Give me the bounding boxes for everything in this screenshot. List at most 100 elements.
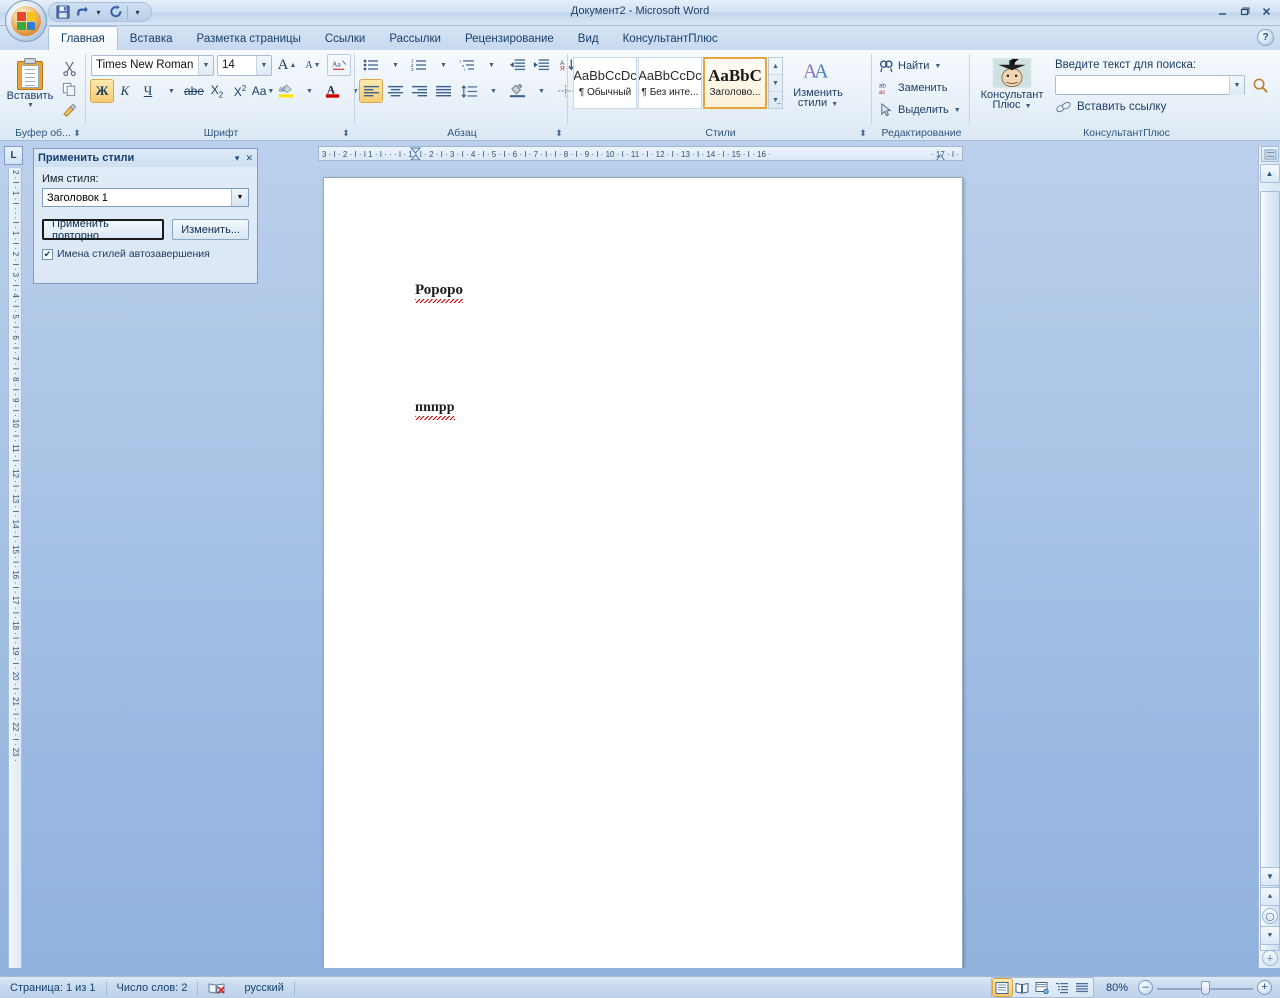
align-right-button[interactable] <box>408 80 430 102</box>
replace-button[interactable]: ab ac Заменить <box>877 77 969 99</box>
shading-dropdown-icon[interactable]: ▼ <box>530 80 552 102</box>
subscript-button[interactable]: X2 <box>206 80 228 102</box>
bullets-button[interactable] <box>360 54 382 76</box>
find-button[interactable]: Найти ▼ <box>877 55 969 77</box>
save-icon[interactable] <box>54 4 71 21</box>
clipboard-dialog-launcher[interactable]: ⬍ <box>71 127 83 139</box>
numbering-dropdown-icon[interactable]: ▼ <box>432 54 454 76</box>
font-dialog-launcher[interactable]: ⬍ <box>340 127 352 139</box>
first-line-indent-marker[interactable] <box>410 147 421 161</box>
superscript-button[interactable]: X2 <box>229 80 251 102</box>
styles-scroll-up-button[interactable]: ▲ <box>769 58 782 75</box>
copy-button[interactable] <box>58 79 80 99</box>
font-size-dropdown-icon[interactable]: ▼ <box>256 55 271 75</box>
apply-styles-task-pane[interactable]: Применить стили ▾ ✕ Имя стиля: Заголовок… <box>33 148 258 284</box>
office-button[interactable] <box>5 0 47 42</box>
bullets-dropdown-icon[interactable]: ▼ <box>384 54 406 76</box>
font-name-combo[interactable]: Times New Roman ▼ <box>91 54 214 76</box>
tab-references[interactable]: Ссылки <box>313 28 378 50</box>
bold-button[interactable]: Ж <box>90 79 114 103</box>
insert-link-label[interactable]: Вставить ссылку <box>1077 101 1166 113</box>
underline-dropdown-icon[interactable]: ▼ <box>160 80 182 102</box>
outline-view-button[interactable] <box>1053 979 1072 996</box>
autocomplete-checkbox-row[interactable]: ✔ Имена стилей автозавершения <box>42 248 249 260</box>
cut-button[interactable] <box>58 58 80 78</box>
style-item-normal[interactable]: AaBbCcDc ¶ Обычный <box>573 57 637 109</box>
consultant-search-button[interactable] <box>1249 74 1271 96</box>
horizontal-ruler[interactable]: 3 · I · 2 · I · I 1 · I · · · I · 1 · I … <box>318 146 963 161</box>
text-highlight-button[interactable]: ab <box>275 80 297 102</box>
styles-dialog-launcher[interactable]: ⬍ <box>857 127 869 139</box>
scroll-thumb[interactable] <box>1260 191 1280 951</box>
close-button[interactable] <box>1256 3 1276 20</box>
customize-qat-icon[interactable]: ▾ <box>131 4 144 20</box>
scroll-up-button[interactable]: ▲ <box>1259 164 1280 183</box>
modify-button[interactable]: Изменить... <box>172 219 249 240</box>
document-page[interactable]: Ророрo пnпрр <box>323 177 963 968</box>
highlight-dropdown-icon[interactable]: ▼ <box>298 80 320 102</box>
minimize-button[interactable] <box>1212 3 1232 20</box>
tab-stop-selector[interactable]: L <box>4 146 23 165</box>
increase-indent-button[interactable] <box>530 54 552 76</box>
multilevel-dropdown-icon[interactable]: ▼ <box>480 54 502 76</box>
decrease-indent-button[interactable] <box>506 54 528 76</box>
reapply-button[interactable]: Применить повторно <box>42 218 165 242</box>
document-paragraph-1[interactable]: Ророрo <box>415 282 463 303</box>
underline-button[interactable]: Ч <box>137 80 159 102</box>
italic-button[interactable]: К <box>114 80 136 102</box>
tab-mailings[interactable]: Рассылки <box>377 28 453 50</box>
clear-formatting-button[interactable]: Aa <box>327 54 351 76</box>
expand-button[interactable]: ＋ <box>1262 950 1278 966</box>
previous-page-button[interactable]: ⯅ <box>1260 887 1280 906</box>
tab-view[interactable]: Вид <box>566 28 611 50</box>
autocomplete-checkbox[interactable]: ✔ <box>42 248 53 260</box>
style-item-no-spacing[interactable]: AaBbCcDc ¶ Без инте... <box>638 57 702 109</box>
paste-button[interactable]: Вставить ▼ <box>4 56 56 121</box>
print-layout-view-button[interactable] <box>991 978 1013 997</box>
change-case-button[interactable]: Aa ▼ <box>252 80 275 102</box>
strikethrough-button[interactable]: abe <box>183 80 205 102</box>
styles-more-button[interactable]: ▼̲ <box>769 92 782 108</box>
tab-home[interactable]: Главная <box>48 26 118 50</box>
paste-dropdown-icon[interactable]: ▼ <box>27 102 34 109</box>
zoom-in-button[interactable]: + <box>1257 980 1272 995</box>
page-indicator[interactable]: Страница: 1 из 1 <box>0 977 106 998</box>
draft-view-button[interactable] <box>1073 979 1092 996</box>
scroll-down-button[interactable]: ▼ <box>1260 867 1280 886</box>
language-indicator[interactable]: русский <box>234 977 293 998</box>
consultant-search-dropdown-icon[interactable]: ▼ <box>1229 75 1244 95</box>
web-layout-view-button[interactable] <box>1033 979 1052 996</box>
style-name-dropdown-icon[interactable]: ▼ <box>231 189 248 206</box>
line-spacing-dropdown-icon[interactable]: ▼ <box>482 80 504 102</box>
font-name-dropdown-icon[interactable]: ▼ <box>198 55 213 75</box>
justify-button[interactable] <box>432 80 454 102</box>
restore-button[interactable] <box>1234 3 1254 20</box>
help-button[interactable]: ? <box>1257 29 1274 46</box>
tab-page-layout[interactable]: Разметка страницы <box>185 28 313 50</box>
style-item-heading-1[interactable]: AaBbC Заголово... <box>703 57 767 109</box>
task-pane-menu-icon[interactable]: ▾ <box>235 153 240 164</box>
numbering-button[interactable]: 123 <box>408 54 430 76</box>
tab-consultant-plus[interactable]: КонсультантПлюс <box>611 28 730 50</box>
vertical-scrollbar[interactable]: ▲ ▼ ⯅ ◯ ⯆ ＋ <box>1258 146 1280 968</box>
shrink-font-button[interactable]: A ▼ <box>302 54 324 76</box>
task-pane-close-icon[interactable]: ✕ <box>245 153 253 164</box>
change-styles-button[interactable]: A A Изменить стили ▼ <box>787 57 849 112</box>
word-count-indicator[interactable]: Число слов: 2 <box>107 977 198 998</box>
multilevel-list-button[interactable]: 1ai <box>456 54 478 76</box>
right-indent-marker[interactable] <box>935 154 946 161</box>
zoom-slider[interactable] <box>1157 980 1253 995</box>
full-screen-reading-view-button[interactable] <box>1013 979 1032 996</box>
zoom-out-button[interactable]: – <box>1138 980 1153 995</box>
tab-insert[interactable]: Вставка <box>118 28 185 50</box>
redo-icon[interactable] <box>107 4 124 21</box>
align-center-button[interactable] <box>384 80 406 102</box>
zoom-slider-thumb[interactable] <box>1201 980 1210 995</box>
grow-font-button[interactable]: A ▲ <box>275 54 299 76</box>
vertical-ruler[interactable]: 2 · I · 1 · I · · · I · 1 · I · 2 · I · … <box>8 168 22 968</box>
line-spacing-button[interactable] <box>458 80 480 102</box>
styles-scroll-down-button[interactable]: ▼ <box>769 75 782 92</box>
split-window-handle[interactable] <box>1261 146 1279 162</box>
paragraph-dialog-launcher[interactable]: ⬍ <box>553 127 565 139</box>
select-button[interactable]: Выделить ▼ <box>877 99 969 121</box>
